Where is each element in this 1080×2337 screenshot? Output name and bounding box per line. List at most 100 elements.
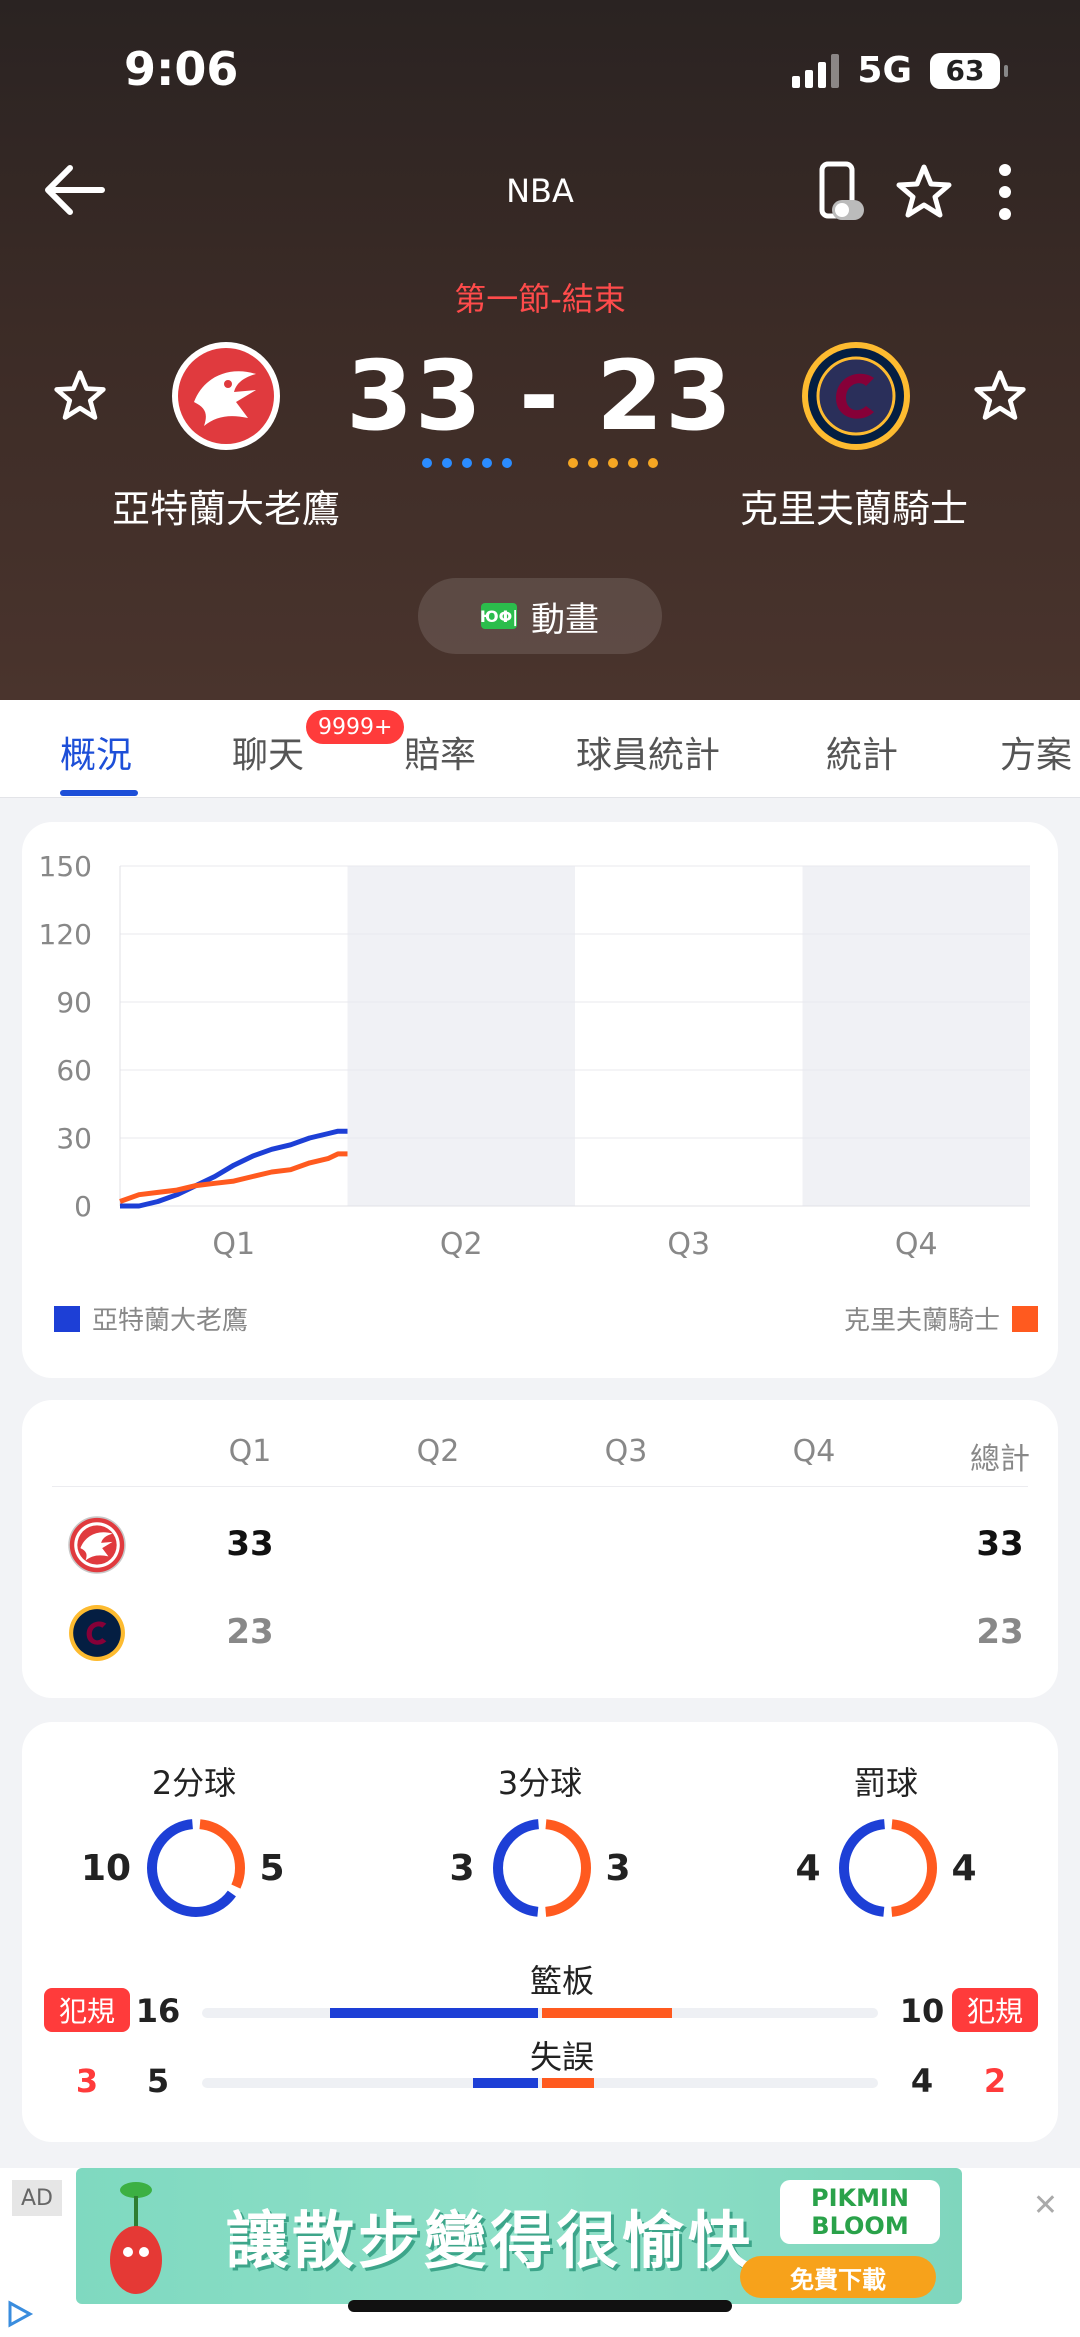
- ad-close-icon[interactable]: ✕: [1033, 2188, 1058, 2223]
- ad-banner[interactable]: 讓散步變得很愉快 PIKMIN BLOOM 免費下載: [76, 2168, 962, 2304]
- tab-stats[interactable]: 統計: [826, 726, 898, 778]
- turnovers-away: 4: [910, 2062, 934, 2100]
- ad-download-button[interactable]: 免費下載: [740, 2256, 936, 2298]
- quarter-score-table: Q1 Q2 Q3 Q4 總計 33 33 23 23: [22, 1400, 1058, 1698]
- x-tick-Q3: Q3: [667, 1227, 710, 1262]
- home-indicator: [348, 2300, 732, 2312]
- ad-brand-logo: PIKMIN BLOOM: [780, 2180, 940, 2244]
- turnovers-label: 失誤: [529, 2038, 594, 2076]
- more-options-icon[interactable]: [990, 160, 1020, 224]
- rebounds-bar: [202, 2008, 878, 2018]
- away-team-name[interactable]: 克里夫蘭騎士: [704, 478, 1004, 533]
- team-stats-card: 2分球 10 5 3分球 3 3 罰球 4 4 籃板 犯規 16 10 犯規 失…: [22, 1722, 1058, 2142]
- x-tick-Q1: Q1: [212, 1227, 255, 1262]
- chat-badge: 9999+: [306, 710, 405, 744]
- tab-overview[interactable]: 概況: [60, 726, 132, 778]
- turnovers-bar: [202, 2078, 878, 2088]
- y-tick-0: 0: [74, 1190, 92, 1223]
- quarter-band-Q2: [347, 866, 575, 1206]
- rebounds-away: 10: [899, 1992, 945, 2030]
- series-line-away: [119, 1151, 348, 1204]
- legend-home-swatch: [54, 1305, 80, 1332]
- header-q2: Q2: [416, 1434, 460, 1469]
- header-q1: Q1: [228, 1434, 272, 1469]
- home-timeouts: [422, 458, 512, 468]
- away-q1: 23: [226, 1612, 274, 1652]
- network-label: 5G: [857, 50, 912, 91]
- header-total: 總計: [970, 1442, 1030, 1477]
- home-total: 33: [976, 1524, 1024, 1564]
- stat-3pt-away: 3: [605, 1848, 631, 1889]
- stat-2pt-ring: [147, 1819, 245, 1917]
- y-tick-30: 30: [56, 1122, 92, 1155]
- game-period: 第一節-結束: [454, 280, 626, 318]
- legend-home: 亞特蘭大老鷹: [54, 1300, 248, 1337]
- tab-plans[interactable]: 方案: [1000, 726, 1072, 778]
- quarter-band-Q4: [802, 866, 1030, 1206]
- tab-bar: 概況 聊天 賠率 球員統計 統計 方案: [0, 700, 1080, 798]
- bar-home-fill: [330, 2008, 538, 2018]
- legend-home-label: 亞特蘭大老鷹: [92, 1306, 249, 1336]
- game-header: 9:06 5G 63 NBA 第一節-結束 33 - 23 亞特蘭大老鷹 克里夫…: [0, 0, 1080, 700]
- tab-chat[interactable]: 聊天: [232, 726, 304, 778]
- active-tab-indicator: [60, 790, 138, 796]
- stat-ft-label: 罰球: [853, 1764, 918, 1802]
- away-score: 23: [596, 340, 734, 452]
- stat-2pt-away: 5: [259, 1848, 285, 1889]
- legend-away-swatch: [1012, 1305, 1038, 1332]
- tab-player-stats[interactable]: 球員統計: [576, 726, 720, 778]
- home-q1: 33: [226, 1524, 274, 1564]
- away-total: 23: [976, 1612, 1024, 1652]
- bar-away-fill: [542, 2008, 672, 2018]
- cavaliers-logo-small-icon: [69, 1605, 125, 1661]
- y-tick-60: 60: [56, 1054, 92, 1087]
- status-indicators: 5G 63: [792, 50, 1008, 91]
- rebounds-home: 16: [135, 1992, 181, 2030]
- stat-3pt-ring: [493, 1819, 591, 1917]
- home-team-name[interactable]: 亞特蘭大老鷹: [76, 478, 376, 533]
- score-trend-chart: 150 120 90 60 30 0 Q1 Q2 Q3 Q4: [39, 850, 1030, 1262]
- home-fouls: 3: [75, 2062, 99, 2100]
- y-tick-90: 90: [56, 986, 92, 1019]
- score-separator: -: [519, 340, 561, 452]
- cavaliers-logo-icon[interactable]: [800, 340, 912, 452]
- x-tick-Q2: Q2: [440, 1227, 483, 1262]
- rebounds-label: 籃板: [529, 1962, 594, 2000]
- hawks-logo-small-icon: [68, 1516, 126, 1574]
- turnovers-home: 5: [146, 2062, 170, 2100]
- away-timeouts: [568, 458, 658, 468]
- ad-label: AD: [12, 2180, 62, 2216]
- stat-ft-ring: [839, 1819, 937, 1917]
- ad-headline: 讓散步變得很愉快: [226, 2204, 755, 2277]
- y-tick-120: 120: [39, 918, 92, 951]
- score-trend-card: 150 120 90 60 30 0 Q1 Q2 Q3 Q4 亞特蘭大老鷹 克里夫蘭騎士: [22, 822, 1058, 1378]
- away-foul-tag: 犯規: [952, 1988, 1038, 2032]
- stat-2pt-label: 2分球: [151, 1764, 237, 1802]
- stat-ft-home: 4: [795, 1848, 821, 1889]
- bar-home-fill: [473, 2078, 538, 2088]
- stat-3pt-label: 3分球: [497, 1764, 583, 1802]
- home-foul-tag: 犯規: [44, 1988, 130, 2032]
- follow-away-star-icon[interactable]: [972, 368, 1028, 424]
- legend-away: 克里夫蘭騎士: [844, 1300, 1038, 1337]
- scoreboard: 33 - 23: [0, 340, 1080, 452]
- home-score: 33: [346, 340, 484, 452]
- bar-away-fill: [542, 2078, 594, 2088]
- animation-label: 動畫: [531, 599, 599, 640]
- adchoices-icon[interactable]: [4, 2299, 34, 2329]
- stat-2pt-home: 10: [80, 1848, 132, 1889]
- favorite-star-icon[interactable]: [894, 162, 954, 222]
- table-divider: [52, 1486, 1028, 1487]
- pikmin-character-icon: [110, 2182, 162, 2294]
- stat-3pt-home: 3: [449, 1848, 475, 1889]
- away-fouls: 2: [983, 2062, 1007, 2100]
- animation-button[interactable]: ЮΦ| 動畫: [418, 578, 662, 654]
- animation-icon: ЮΦ|: [480, 603, 518, 629]
- status-time: 9:06: [124, 42, 239, 96]
- header-q3: Q3: [604, 1434, 648, 1469]
- legend-away-label: 克里夫蘭騎士: [843, 1306, 1000, 1336]
- header-q4: Q4: [792, 1434, 836, 1469]
- x-tick-Q4: Q4: [895, 1227, 938, 1262]
- tab-odds[interactable]: 賠率: [404, 726, 476, 778]
- phone-toggle-icon[interactable]: [818, 160, 866, 224]
